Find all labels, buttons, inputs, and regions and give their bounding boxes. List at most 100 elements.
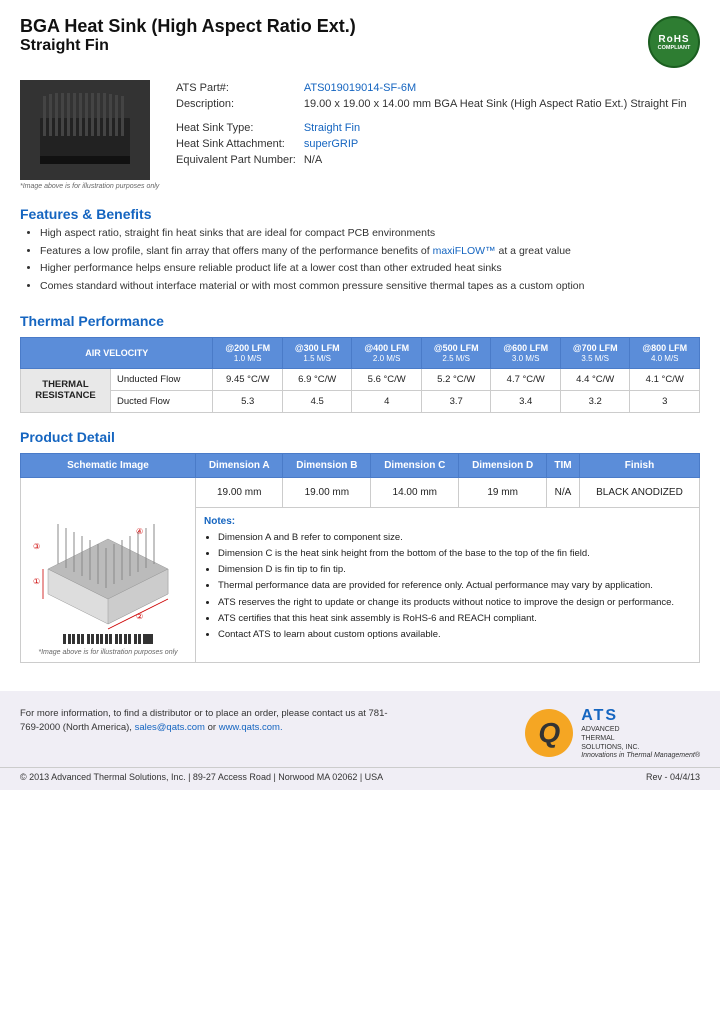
col-200: @200 LFM1.0 M/S [213, 337, 283, 368]
title-line1: BGA Heat Sink (High Aspect Ratio Ext.) [20, 16, 356, 37]
svg-text:③: ③ [33, 542, 40, 551]
product-info-section: *Image above is for illustration purpose… [0, 76, 720, 198]
svg-text:④: ④ [136, 527, 143, 536]
ats-acronym: ATS [581, 707, 700, 725]
svg-text:①: ① [33, 577, 40, 586]
thermal-title: Thermal Performance [0, 305, 720, 333]
rohs-text: RoHS [658, 34, 689, 45]
ducted-val-2: 4 [352, 390, 422, 412]
svg-text:②: ② [136, 612, 143, 621]
note-item: Thermal performance data are provided fo… [218, 579, 691, 592]
col-tim: TIM [547, 453, 580, 477]
ducted-val-4: 3.4 [491, 390, 561, 412]
desc-value: 19.00 x 19.00 x 14.00 mm BGA Heat Sink (… [304, 96, 695, 112]
schematic-caption: *Image above is for illustration purpose… [27, 649, 189, 656]
copyright: © 2013 Advanced Thermal Solutions, Inc. … [20, 772, 383, 782]
page: BGA Heat Sink (High Aspect Ratio Ext.) S… [0, 0, 720, 1012]
ats-tagline: Innovations in Thermal Management® [581, 752, 700, 759]
equiv-value: N/A [304, 152, 695, 168]
feature-item: Features a low profile, slant fin array … [40, 244, 700, 259]
notes-title: Notes: [204, 516, 691, 527]
features-section: High aspect ratio, straight fin heat sin… [0, 226, 720, 305]
feature-item: Comes standard without interface materia… [40, 279, 700, 294]
unducted-val-5: 4.4 °C/W [560, 368, 630, 390]
feature-item: High aspect ratio, straight fin heat sin… [40, 226, 700, 241]
note-item: ATS certifies that this heat sink assemb… [218, 612, 691, 625]
unducted-val-4: 4.7 °C/W [491, 368, 561, 390]
col-dim-a: Dimension A [196, 453, 283, 477]
col-dim-d: Dimension D [459, 453, 547, 477]
part-value[interactable]: ATS019019014-SF-6M [304, 82, 416, 94]
features-title: Features & Benefits [0, 198, 720, 226]
type-value[interactable]: Straight Fin [304, 122, 360, 134]
unducted-val-6: 4.1 °C/W [630, 368, 700, 390]
note-item: ATS reserves the right to update or chan… [218, 596, 691, 609]
ducted-val-6: 3 [630, 390, 700, 412]
col-dim-b: Dimension B [283, 453, 371, 477]
ducted-val-5: 3.2 [560, 390, 630, 412]
dim-c: 14.00 mm [371, 477, 459, 507]
ats-brand: ATS ADVANCEDTHERMALSOLUTIONS, INC. Innov… [581, 707, 700, 759]
schematic-image-cell: ① ② ③ ④ [21, 477, 196, 662]
unducted-val-0: 9.45 °C/W [213, 368, 283, 390]
notes-cell: Notes: Dimension A and B refer to compon… [196, 507, 700, 662]
note-item: Dimension A and B refer to component siz… [218, 531, 691, 544]
unducted-val-2: 5.6 °C/W [352, 368, 422, 390]
finish-val: BLACK ANODIZED [579, 477, 699, 507]
col-700: @700 LFM3.5 M/S [560, 337, 630, 368]
performance-table: AIR VELOCITY @200 LFM1.0 M/S @300 LFM1.5… [20, 337, 700, 413]
ducted-val-3: 3.7 [421, 390, 491, 412]
schematic-svg: ① ② ③ ④ [28, 484, 188, 644]
footer-email[interactable]: sales@qats.com [135, 722, 205, 733]
tim-val: N/A [547, 477, 580, 507]
equiv-label: Equivalent Part Number: [176, 152, 304, 168]
product-detail-section: Schematic Image Dimension A Dimension B … [0, 449, 720, 671]
product-image-box [20, 80, 150, 180]
ducted-val-0: 5.3 [213, 390, 283, 412]
footer-text: For more information, to find a distribu… [20, 707, 400, 736]
product-detail-title: Product Detail [0, 421, 720, 449]
thermal-resistance-label: THERMAL RESISTANCE [21, 368, 111, 412]
ats-full-name: ADVANCEDTHERMALSOLUTIONS, INC. [581, 725, 700, 752]
detail-table: Schematic Image Dimension A Dimension B … [20, 453, 700, 663]
dim-b: 19.00 mm [283, 477, 371, 507]
header-section: BGA Heat Sink (High Aspect Ratio Ext.) S… [0, 0, 720, 76]
page-num: Rev - 04/4/13 [646, 772, 700, 782]
col-600: @600 LFM3.0 M/S [491, 337, 561, 368]
unducted-val-3: 5.2 °C/W [421, 368, 491, 390]
air-velocity-header: AIR VELOCITY [21, 337, 213, 368]
footer-bottom: © 2013 Advanced Thermal Solutions, Inc. … [0, 767, 720, 790]
rohs-compliant: COMPLIANT [658, 45, 691, 51]
footer-website[interactable]: www.qats.com. [219, 722, 283, 733]
maxiflow-link[interactable]: maxiFLOW™ [433, 245, 496, 257]
ats-logo: Q ATS ADVANCEDTHERMALSOLUTIONS, INC. Inn… [525, 707, 700, 759]
type-label: Heat Sink Type: [176, 120, 304, 136]
col-800: @800 LFM4.0 M/S [630, 337, 700, 368]
part-label: ATS Part#: [176, 80, 304, 96]
ducted-val-1: 4.5 [282, 390, 352, 412]
col-dim-c: Dimension C [371, 453, 459, 477]
note-item: Contact ATS to learn about custom option… [218, 628, 691, 641]
col-finish: Finish [579, 453, 699, 477]
footer-section: For more information, to find a distribu… [0, 691, 720, 767]
product-title: BGA Heat Sink (High Aspect Ratio Ext.) S… [20, 16, 356, 55]
dim-d: 19 mm [459, 477, 547, 507]
thermal-performance-section: AIR VELOCITY @200 LFM1.0 M/S @300 LFM1.5… [0, 333, 720, 421]
col-schematic: Schematic Image [21, 453, 196, 477]
dim-a: 19.00 mm [196, 477, 283, 507]
image-caption: *Image above is for illustration purpose… [20, 183, 160, 190]
note-item: Dimension C is the heat sink height from… [218, 547, 691, 560]
heatsink-svg [30, 88, 140, 173]
rohs-badge: RoHS COMPLIANT [648, 16, 700, 68]
title-line2: Straight Fin [20, 37, 356, 55]
ducted-label: Ducted Flow [111, 390, 213, 412]
attach-value[interactable]: superGRIP [304, 138, 358, 150]
note-item: Dimension D is fin tip to fin tip. [218, 563, 691, 576]
feature-item: Higher performance helps ensure reliable… [40, 261, 700, 276]
product-image-area: *Image above is for illustration purpose… [20, 80, 160, 190]
unducted-val-1: 6.9 °C/W [282, 368, 352, 390]
col-400: @400 LFM2.0 M/S [352, 337, 422, 368]
unducted-label: Unducted Flow [111, 368, 213, 390]
ats-q-icon: Q [525, 709, 573, 757]
col-300: @300 LFM1.5 M/S [282, 337, 352, 368]
